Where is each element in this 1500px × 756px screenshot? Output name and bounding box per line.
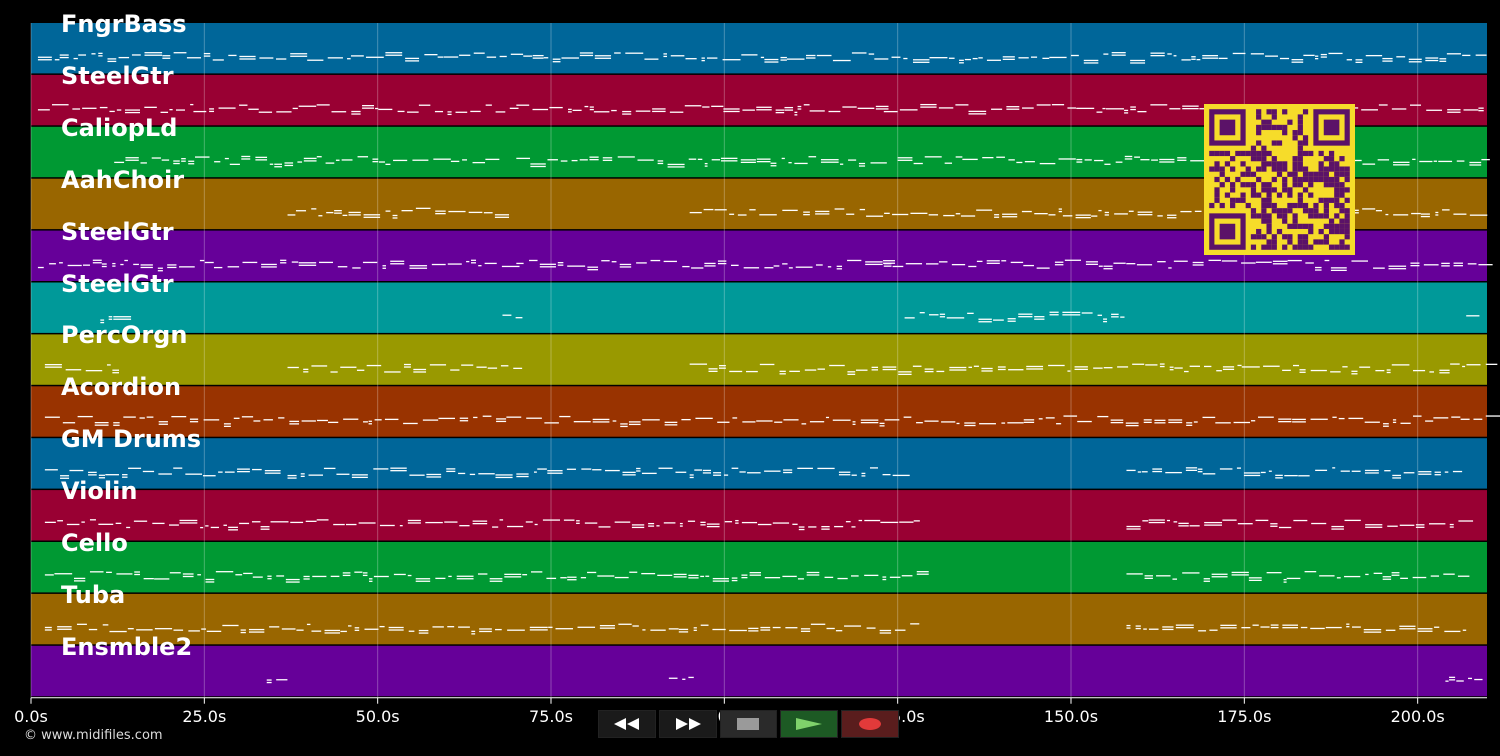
qr-code-icon (1204, 104, 1355, 255)
time-tick-label: 0.0s (14, 707, 48, 726)
play-button[interactable] (780, 710, 839, 738)
track-lane (31, 438, 1487, 489)
stop-icon (737, 718, 760, 730)
time-tick-label: 25.0s (182, 707, 227, 726)
track-lane (31, 386, 1487, 437)
time-tick-label: 75.0s (529, 707, 573, 726)
rewind-button[interactable] (598, 710, 656, 738)
track-lane (31, 490, 1487, 541)
copyright-text: © www.midifiles.com (24, 728, 163, 743)
track-lane (31, 282, 1487, 333)
fast-forward-button[interactable] (658, 710, 717, 738)
play-icon (796, 718, 823, 730)
transport-controls (598, 710, 902, 740)
time-tick-label: 150.0s (1043, 707, 1099, 726)
time-tick-label: 50.0s (355, 707, 400, 726)
fast-forward-icon (675, 718, 701, 730)
record-icon (859, 718, 882, 730)
time-tick-label: 200.0s (1390, 707, 1445, 726)
record-button[interactable] (841, 710, 899, 738)
time-tick-label: 175.0s (1217, 707, 1272, 726)
track-lane (31, 645, 1487, 697)
track-lane (31, 593, 1487, 645)
stop-button[interactable] (719, 710, 778, 738)
rewind-icon (613, 718, 639, 730)
track-lane (31, 334, 1487, 385)
track-lane (31, 23, 1487, 74)
track-lane (31, 542, 1487, 593)
